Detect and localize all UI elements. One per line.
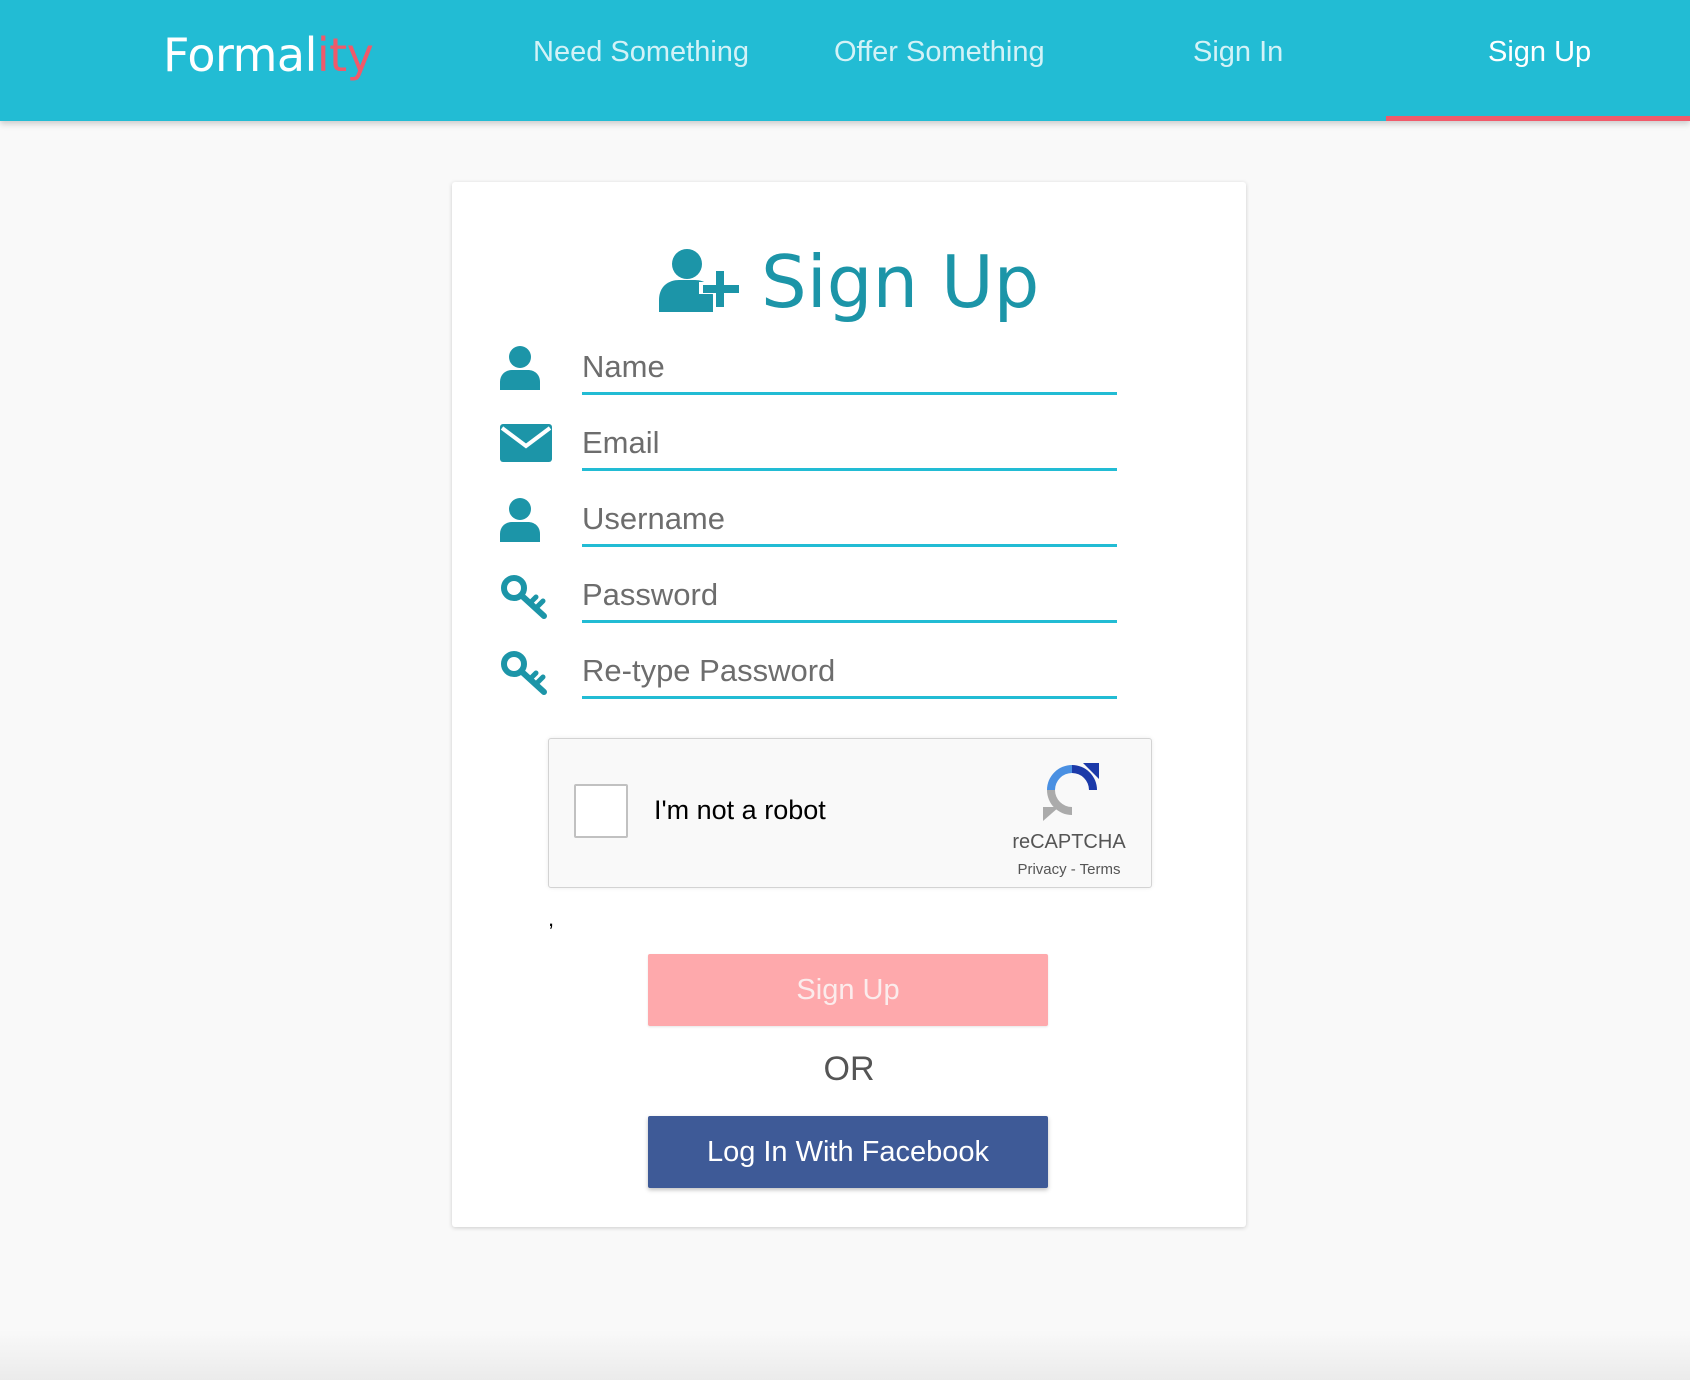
brand-name-accent: ity [316,28,374,82]
username-field-row [452,494,1246,564]
recaptcha-checkbox[interactable] [574,784,628,838]
recaptcha-brand: reCAPTCHA [1012,831,1126,853]
nav-sign-up[interactable]: Sign Up [1488,36,1591,69]
form-title: Sign Up [452,240,1246,324]
recaptcha-links[interactable]: Privacy - Terms [989,861,1149,878]
password-field-row [452,570,1246,640]
key-icon [500,650,556,700]
name-input[interactable] [582,342,1117,395]
key-icon [500,574,556,624]
page-bottom-shade [0,1330,1690,1380]
page-title: Sign Up [761,240,1040,324]
stray-text: , [548,906,555,931]
envelope-icon [500,422,556,472]
recaptcha-logo-icon [1039,759,1105,821]
email-field-row [452,418,1246,488]
recaptcha-widget: I'm not a robot reCAPTCHA Privacy - Term… [548,738,1152,888]
facebook-login-button[interactable]: Log In With Facebook [648,1116,1048,1188]
brand-logo[interactable]: Formality [163,28,374,82]
top-navbar: Formality Need Something Offer Something… [0,0,1690,121]
username-input[interactable] [582,494,1117,547]
retype-password-input[interactable] [582,646,1117,699]
nav-need-something[interactable]: Need Something [533,36,749,69]
name-field-row [452,342,1246,412]
email-input[interactable] [582,418,1117,471]
or-divider: OR [823,1050,875,1088]
user-icon [500,346,556,396]
password-input[interactable] [582,570,1117,623]
retype-password-field-row [452,646,1246,716]
nav-offer-something[interactable]: Offer Something [834,36,1045,69]
signup-card: Sign Up Name Email Username I'm not a ro… [452,182,1246,1227]
active-tab-indicator [1386,116,1690,121]
user-icon [500,498,556,548]
recaptcha-label: I'm not a robot [654,795,826,825]
brand-name-main: Formal [163,28,317,82]
user-plus-icon [658,248,741,317]
nav-sign-in[interactable]: Sign In [1193,36,1283,69]
sign-up-button[interactable]: Sign Up [648,954,1048,1026]
